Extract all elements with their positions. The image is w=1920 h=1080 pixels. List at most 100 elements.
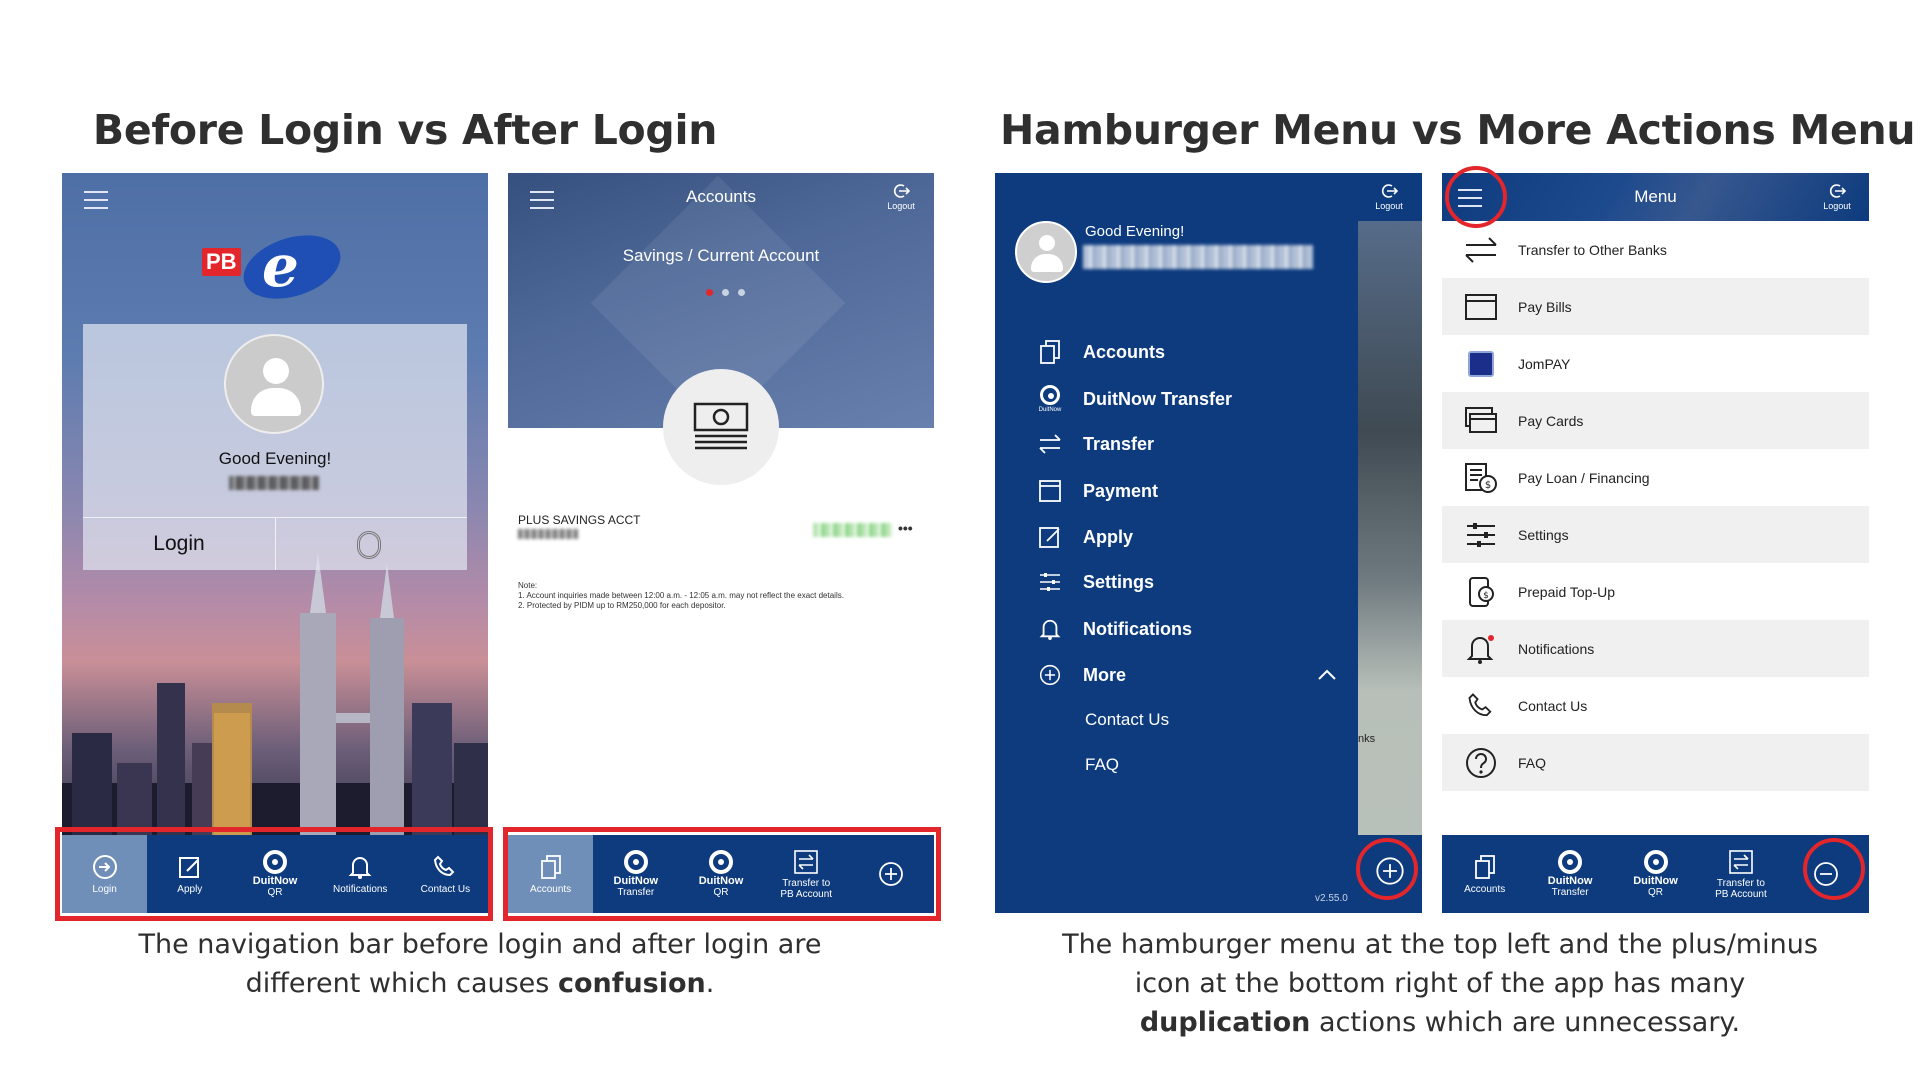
nav-duitnow-label: DuitNow bbox=[1547, 875, 1593, 887]
logout-icon bbox=[1381, 184, 1399, 198]
apply-icon bbox=[1039, 527, 1060, 548]
username-redacted bbox=[229, 476, 319, 490]
bell-icon bbox=[1039, 619, 1061, 640]
logout-label: Logout bbox=[1823, 201, 1851, 211]
transfer-icon bbox=[1729, 849, 1753, 874]
menu-item-pay-loan[interactable]: $ Pay Loan / Financing bbox=[1442, 449, 1869, 506]
menu-item-transfer-other-banks[interactable]: Transfer to Other Banks bbox=[1442, 221, 1869, 278]
menu-item-prepaid-topup[interactable]: $ Prepaid Top-Up bbox=[1442, 563, 1869, 620]
menu-item-contact-us[interactable]: Contact Us bbox=[1442, 677, 1869, 734]
menu-item-label: FAQ bbox=[1518, 754, 1547, 771]
menu-item-faq[interactable]: FAQ bbox=[1442, 734, 1869, 791]
fingerprint-icon[interactable] bbox=[357, 531, 381, 559]
nav-transfer-label: Transfer to bbox=[1716, 877, 1765, 889]
menu-item-pay-cards[interactable]: Pay Cards bbox=[1442, 392, 1869, 449]
payment-icon bbox=[1039, 480, 1061, 502]
drawer-item-label: DuitNow Transfer bbox=[1083, 388, 1233, 409]
page-title: Accounts bbox=[686, 187, 756, 206]
chevron-up-icon[interactable] bbox=[1317, 669, 1337, 681]
transfer-icon bbox=[1039, 434, 1061, 454]
highlight-navbar-after-login bbox=[503, 827, 941, 921]
balance-redacted bbox=[813, 523, 893, 537]
transfer-icon bbox=[1465, 236, 1497, 263]
menu-item-label: Settings bbox=[1518, 526, 1569, 543]
drawer-item-apply[interactable]: Apply bbox=[1035, 525, 1133, 549]
logout-button[interactable]: Logout bbox=[1366, 183, 1412, 211]
drawer-item-payment[interactable]: Payment bbox=[1035, 479, 1158, 503]
plus-circle-icon bbox=[1039, 664, 1061, 686]
menu-item-label: Prepaid Top-Up bbox=[1518, 583, 1616, 600]
settings-icon bbox=[1040, 573, 1060, 591]
settings-icon bbox=[1467, 522, 1495, 547]
menu-item-pay-bills[interactable]: Pay Bills bbox=[1442, 278, 1869, 335]
nav-accounts[interactable]: Accounts bbox=[1442, 835, 1527, 913]
drawer-item-label: Payment bbox=[1083, 480, 1159, 501]
nav-duitnow-transfer[interactable]: DuitNow Transfer bbox=[1527, 835, 1612, 913]
heading-hamburger-vs-more: Hamburger Menu vs More Actions Menu bbox=[1000, 106, 1916, 154]
prepaid-icon: $ bbox=[1469, 576, 1494, 607]
more-options-button[interactable]: ••• bbox=[898, 520, 913, 536]
menu-item-label: Contact Us bbox=[1518, 697, 1588, 714]
logout-icon bbox=[893, 184, 911, 198]
savings-icon-circle bbox=[663, 369, 779, 485]
jompay-icon bbox=[1468, 350, 1494, 377]
logout-button[interactable]: Logout bbox=[878, 183, 924, 211]
drawer-item-accounts[interactable]: Accounts bbox=[1035, 339, 1165, 365]
drawer-greeting: Good Evening! bbox=[1085, 223, 1185, 240]
drawer-item-label: Accounts bbox=[1083, 341, 1166, 362]
caption-emphasis: duplication bbox=[1139, 1007, 1311, 1038]
bill-icon bbox=[1465, 293, 1497, 320]
drawer-item-label: More bbox=[1083, 664, 1127, 685]
peek-text: nks bbox=[1358, 733, 1376, 745]
nav-transfer-pb[interactable]: Transfer to PB Account bbox=[1698, 835, 1783, 913]
menu-item-label: Transfer to Other Banks bbox=[1518, 241, 1667, 258]
duitnow-sub: DuitNow bbox=[1038, 407, 1062, 413]
city-skyline-image bbox=[62, 553, 488, 863]
menu-item-label: Notifications bbox=[1518, 640, 1595, 657]
nav-duitnow-qr[interactable]: DuitNow QR bbox=[1613, 835, 1698, 913]
greeting-text: Good Evening! bbox=[218, 449, 332, 468]
nav-duitnow-sublabel: QR bbox=[1648, 887, 1664, 898]
account-type-title: Savings / Current Account bbox=[622, 246, 820, 265]
drawer-item-transfer[interactable]: Transfer bbox=[1035, 433, 1154, 455]
drawer-item-more[interactable]: More bbox=[1035, 664, 1126, 686]
caption-text-end: actions which are unnecessary. bbox=[1310, 1007, 1741, 1038]
bell-icon bbox=[1466, 634, 1494, 664]
screen-hamburger-drawer: Logout nks Good Evening! Accounts DuitNo… bbox=[995, 173, 1422, 913]
accounts-icon bbox=[1474, 854, 1495, 879]
svg-text:$: $ bbox=[1483, 591, 1489, 601]
note-section: Note: 1. Account inquiries made between … bbox=[518, 581, 928, 611]
menu-item-jompay[interactable]: JomPAY bbox=[1442, 335, 1869, 392]
drawer-subitem-faq[interactable]: FAQ bbox=[1085, 755, 1119, 775]
highlight-minus-button bbox=[1803, 838, 1865, 900]
drawer-item-duitnow-transfer[interactable]: DuitNow DuitNow Transfer bbox=[1035, 385, 1232, 413]
menu-item-label: JomPAY bbox=[1518, 355, 1571, 372]
note-title: Note: bbox=[518, 581, 538, 590]
logout-button[interactable]: Logout bbox=[1814, 183, 1860, 211]
drawer-item-notifications[interactable]: Notifications bbox=[1035, 617, 1192, 641]
screen-after-login: Accounts Logout Savings / Current Accoun… bbox=[508, 173, 934, 913]
drawer-item-settings[interactable]: Settings bbox=[1035, 571, 1154, 593]
screen-more-actions-menu: Menu Logout Transfer to Other Banks Pay … bbox=[1442, 173, 1869, 913]
menu-item-settings[interactable]: Settings bbox=[1442, 506, 1869, 563]
phone-icon bbox=[1468, 692, 1492, 716]
page-indicator[interactable] bbox=[698, 289, 748, 297]
nav-transfer-sublabel: PB Account bbox=[1715, 888, 1767, 900]
avatar bbox=[1015, 221, 1077, 283]
highlight-navbar-before-login bbox=[55, 827, 493, 921]
loan-icon: $ bbox=[1465, 462, 1497, 493]
login-button[interactable]: Login bbox=[83, 518, 275, 570]
menu-item-notifications[interactable]: Notifications bbox=[1442, 620, 1869, 677]
drawer-subitem-contact-us[interactable]: Contact Us bbox=[1085, 710, 1169, 730]
nav-duitnow-sublabel: Transfer bbox=[1551, 887, 1589, 898]
drawer-item-label: Notifications bbox=[1083, 618, 1193, 639]
pbe-logo: PB e bbox=[202, 223, 349, 311]
caption-emphasis: confusion bbox=[557, 968, 706, 999]
card-icon bbox=[1465, 406, 1497, 433]
app-version: v2.55.0 bbox=[1315, 893, 1348, 904]
caption-text: The navigation bar before login and afte… bbox=[138, 929, 822, 999]
highlight-plus-button bbox=[1356, 838, 1418, 900]
hamburger-menu-icon[interactable] bbox=[84, 191, 108, 209]
highlight-hamburger-icon bbox=[1445, 166, 1507, 228]
duitnow-icon bbox=[1558, 850, 1583, 874]
